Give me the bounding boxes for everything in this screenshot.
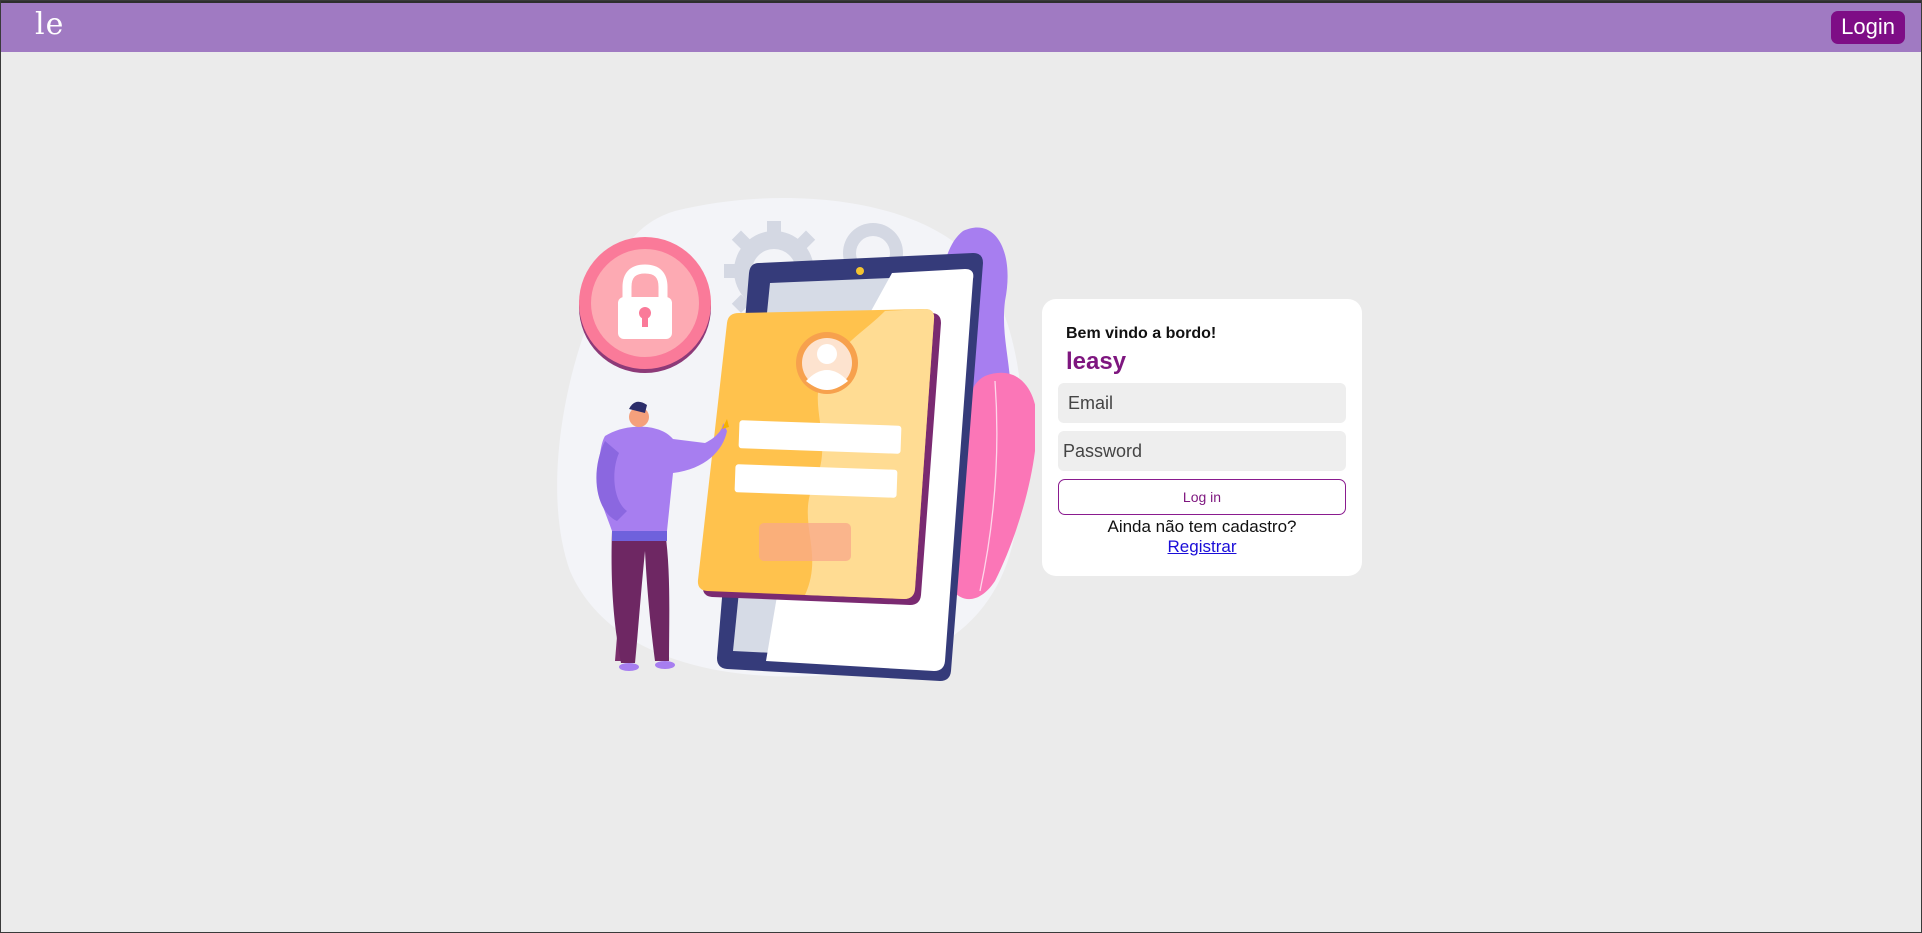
register-prompt: Ainda não tem cadastro? bbox=[1107, 517, 1297, 536]
login-illustration bbox=[555, 191, 1038, 681]
email-input[interactable] bbox=[1058, 383, 1346, 423]
lock-icon bbox=[579, 237, 711, 373]
login-nav-button[interactable]: Login bbox=[1831, 11, 1905, 44]
illustration-svg bbox=[557, 198, 1038, 681]
register-link[interactable]: Registrar bbox=[1168, 537, 1237, 556]
user-icon bbox=[796, 332, 858, 394]
welcome-heading: Bem vindo a bordo! bbox=[1066, 325, 1217, 342]
login-submit-button[interactable]: Log in bbox=[1058, 479, 1346, 515]
password-input[interactable] bbox=[1058, 431, 1346, 471]
app-logo[interactable]: le bbox=[35, 7, 64, 42]
register-link-wrap: Registrar bbox=[1042, 537, 1362, 557]
brand-name: leasy bbox=[1066, 348, 1127, 375]
top-navbar: le Login bbox=[1, 1, 1921, 52]
login-card: Bem vindo a bordo! leasy Log in Ainda nã… bbox=[1042, 299, 1362, 576]
